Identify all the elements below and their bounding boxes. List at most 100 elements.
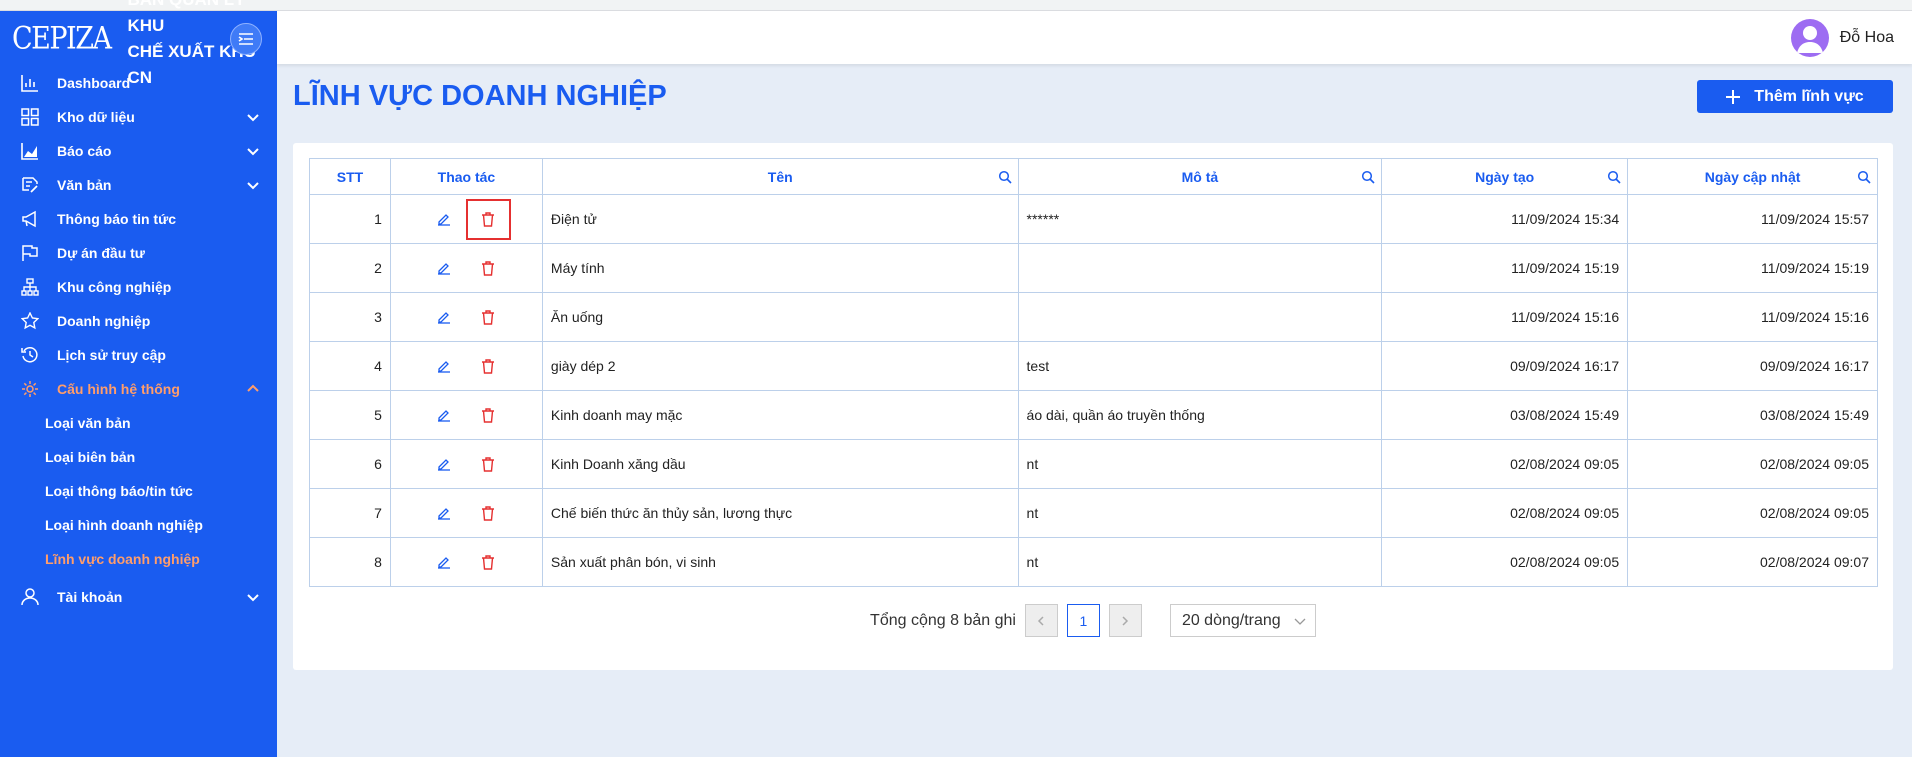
sidebar-item-khu-cong-nghiep[interactable]: Khu công nghiệp [0, 270, 277, 304]
hierarchy-icon [20, 277, 40, 297]
search-icon[interactable] [1361, 170, 1375, 184]
trash-icon [482, 505, 495, 521]
prev-page-button[interactable] [1024, 604, 1058, 637]
cell-description: nt [1017, 488, 1383, 538]
edit-icon [437, 214, 450, 226]
sidebar-subitem-loai-van-ban[interactable]: Loại văn bản [0, 406, 277, 440]
edit-button[interactable] [422, 297, 466, 337]
sidebar-item-du-an[interactable]: Dự án đầu tư [0, 236, 277, 270]
edit-button[interactable] [422, 248, 466, 288]
gear-icon [20, 379, 40, 399]
sidebar-subitem-loai-bien-ban[interactable]: Loại biên bản [0, 440, 277, 474]
sidebar-subitem-loai-thong-bao[interactable]: Loại thông báo/tin tức [0, 474, 277, 508]
sidebar-item-lich-su[interactable]: Lịch sử truy cập [0, 338, 277, 372]
table-row: 1 Điện tử ****** 11/09/2024 15:34 11/09/2024… [309, 194, 1878, 244]
total-records: Tổng cộng 8 bản ghi [870, 611, 1016, 629]
cell-stt: 5 [309, 390, 391, 440]
cell-actions [389, 390, 543, 440]
cell-updated: 11/09/2024 15:57 [1627, 194, 1878, 244]
chevron-up-icon [247, 384, 259, 392]
top-header: Đỗ Hoa [277, 11, 1912, 64]
search-icon[interactable] [1857, 170, 1871, 184]
edit-button[interactable] [422, 346, 466, 386]
edit-icon [438, 361, 451, 373]
page-button-current[interactable]: 1 [1066, 604, 1100, 637]
delete-button[interactable] [466, 297, 510, 337]
delete-button[interactable] [466, 542, 510, 582]
delete-button[interactable] [465, 198, 511, 240]
sidebar-item-tai-khoan[interactable]: Tài khoản [0, 580, 277, 614]
sidebar-item-thong-bao[interactable]: Thông báo tin tức [0, 202, 277, 236]
user-icon [20, 587, 40, 607]
trash-icon [482, 260, 495, 276]
cell-name: Chế biến thức ăn thủy sản, lương thực [541, 488, 1019, 538]
browser-strip [0, 0, 1912, 11]
page-title: LĨNH VỰC DOANH NGHIỆP [293, 80, 667, 112]
col-header-description[interactable]: Mô tả [1017, 158, 1383, 195]
cell-name: Sản xuất phân bón, vi sinh [541, 537, 1019, 587]
table-row: 2 Máy tính 11/09/2024 15:19 11/09/2024 15:1… [309, 243, 1878, 293]
edit-button[interactable] [422, 199, 466, 239]
cell-created: 02/08/2024 09:05 [1381, 488, 1629, 538]
chart-icon [20, 73, 40, 93]
col-header-created[interactable]: Ngày tạo [1381, 158, 1629, 195]
cell-stt: 7 [309, 488, 391, 538]
trash-icon [482, 456, 495, 472]
cell-description: nt [1017, 439, 1383, 489]
megaphone-icon [20, 209, 40, 229]
content-card: STT Thao tác Tên Mô tả Ngày tạo Ngày cập… [293, 143, 1893, 670]
next-page-button[interactable] [1108, 604, 1142, 637]
sidebar-item-cau-hinh[interactable]: Cấu hình hệ thống [0, 372, 277, 406]
sidebar-item-bao-cao[interactable]: Báo cáo [0, 134, 277, 168]
delete-button[interactable] [466, 248, 510, 288]
sidebar-toggle-button[interactable] [230, 23, 262, 55]
cell-created: 11/09/2024 15:34 [1381, 194, 1629, 244]
col-header-name[interactable]: Tên [541, 158, 1019, 195]
cell-description [1017, 243, 1383, 293]
area-chart-icon [20, 141, 40, 161]
cell-actions [389, 488, 543, 538]
delete-button[interactable] [466, 346, 510, 386]
add-field-button[interactable]: Thêm lĩnh vực [1697, 80, 1893, 113]
data-table: STT Thao tác Tên Mô tả Ngày tạo Ngày cập… [309, 158, 1878, 587]
user-menu[interactable]: Đỗ Hoa [1790, 19, 1894, 57]
edit-button[interactable] [422, 493, 466, 533]
table-row: 3 Ăn uống 11/09/2024 15:16 11/09/2024 15:16 [309, 292, 1878, 342]
sidebar-item-dashboard[interactable]: Dashboard [0, 66, 277, 100]
delete-button[interactable] [466, 444, 510, 484]
delete-button[interactable] [466, 395, 510, 435]
plus-icon [1726, 89, 1741, 104]
search-icon[interactable] [998, 170, 1012, 184]
cell-stt: 1 [309, 194, 391, 244]
cell-created: 02/08/2024 09:05 [1381, 537, 1629, 587]
edit-icon [438, 312, 451, 324]
sidebar: CEPIZA BAN QUẢN LÝ KHU CHẾ XUẤT KHU CN D… [0, 0, 277, 757]
cell-created: 11/09/2024 15:16 [1381, 292, 1629, 342]
table-row: 8 Sản xuất phân bón, vi sinh nt 02/08/2024 … [309, 537, 1878, 587]
sidebar-item-doanh-nghiep[interactable]: Doanh nghiệp [0, 304, 277, 338]
chevron-down-icon [1294, 618, 1306, 625]
page-size-select[interactable]: 20 dòng/trang [1169, 604, 1316, 637]
cell-updated: 02/08/2024 09:05 [1627, 488, 1878, 538]
delete-button[interactable] [466, 493, 510, 533]
sidebar-item-van-ban[interactable]: Văn bản [0, 168, 277, 202]
cell-name: Kinh doanh may mặc [541, 390, 1019, 440]
flag-icon [20, 243, 40, 263]
trash-icon [482, 358, 495, 374]
col-header-updated[interactable]: Ngày cập nhật [1627, 158, 1878, 195]
sidebar-subitem-linh-vuc-dn[interactable]: Lĩnh vực doanh nghiệp [0, 542, 277, 576]
cell-actions [389, 341, 543, 391]
table-row: 7 Chế biến thức ăn thủy sản, lương thực nt… [309, 488, 1878, 538]
edit-button[interactable] [422, 444, 466, 484]
avatar[interactable] [1790, 19, 1829, 57]
sidebar-item-kho-du-lieu[interactable]: Kho dữ liệu [0, 100, 277, 134]
edit-icon [438, 459, 451, 471]
trash-icon [482, 309, 495, 325]
sidebar-subitem-loai-hinh-dn[interactable]: Loại hình doanh nghiệp [0, 508, 277, 542]
cell-actions [389, 537, 543, 587]
cell-stt: 3 [309, 292, 391, 342]
edit-button[interactable] [422, 395, 466, 435]
search-icon[interactable] [1607, 170, 1621, 184]
cell-description [1017, 292, 1383, 342]
edit-button[interactable] [422, 542, 466, 582]
